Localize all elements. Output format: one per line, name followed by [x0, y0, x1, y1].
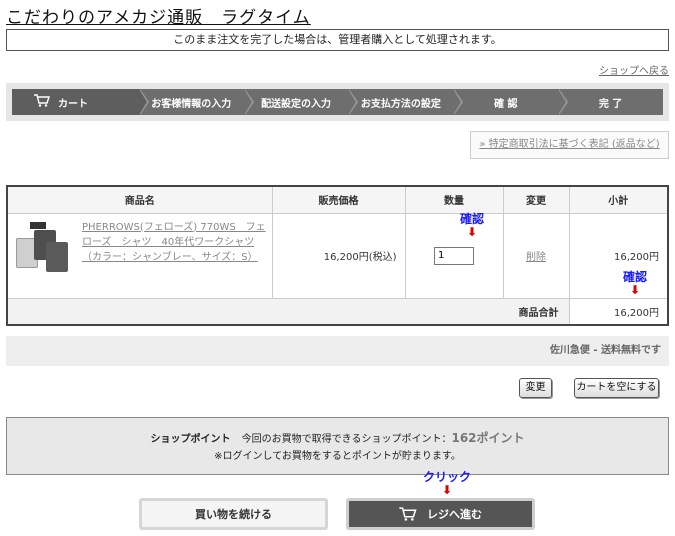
- annotation-text: クリック: [422, 470, 471, 484]
- button-label: 買い物を続ける: [195, 508, 272, 521]
- col-qty: 数量: [404, 185, 504, 214]
- admin-notice: このまま注文を完了した場合は、管理者購入として処理されます。: [6, 29, 669, 51]
- back-to-shop-link[interactable]: ショップへ戻る: [599, 62, 669, 77]
- confirm-annotation-qty: 確認 ⬇: [452, 213, 492, 239]
- shipping-info: 佐川急便 - 送料無料です: [6, 336, 669, 366]
- step-label: 確 認: [493, 98, 518, 110]
- annotation-text: 確認: [622, 270, 647, 284]
- down-arrow-icon: ⬇: [629, 283, 641, 297]
- points-label: ショップポイント: [150, 434, 231, 445]
- update-button[interactable]: 変更: [519, 378, 552, 398]
- cart-icon: [34, 94, 50, 110]
- empty-cart-button[interactable]: カートを空にする: [574, 378, 659, 398]
- points-note: ※ログインしてお買物をするとポイントが貯まります。: [214, 451, 461, 462]
- button-label: レジへ進む: [427, 508, 482, 521]
- points-value: 162ポイント: [451, 431, 525, 445]
- product-cell: PHERROWS(フェローズ) 770WS フェローズ シャツ 40年代ワークシ…: [6, 212, 273, 299]
- checkout-steps: カート お客様情報の入力 配送設定の入力 お支払方法の設定 確 認 完 了: [6, 83, 669, 121]
- confirm-annotation-subtotal: 確認 ⬇: [615, 271, 655, 297]
- quantity-input[interactable]: [434, 246, 474, 265]
- cart-table: 商品名 販売価格 数量 変更 小計 PHERROWS(フェローズ) 770WS …: [6, 185, 669, 326]
- step-label: 完 了: [598, 98, 623, 110]
- col-product: 商品名: [6, 185, 273, 214]
- click-annotation: クリック ⬇: [411, 471, 483, 497]
- step-confirm: 確 認: [453, 89, 568, 115]
- total-value: 16,200円: [568, 297, 669, 326]
- points-text: 今回のお買物で取得できるショップポイント：: [241, 434, 452, 445]
- col-subtotal: 小計: [568, 185, 669, 214]
- product-name-link[interactable]: PHERROWS(フェローズ) 770WS フェローズ シャツ 40年代ワークシ…: [82, 220, 267, 265]
- step-delivery: 配送設定の入力: [243, 89, 359, 115]
- step-customer-info: お客様情報の入力: [138, 89, 254, 115]
- step-cart: カート: [12, 89, 149, 115]
- cart-icon: [399, 507, 417, 521]
- site-title: こだわりのアメカジ通販 ラグタイム: [6, 8, 311, 28]
- total-label: 商品合計: [6, 297, 570, 326]
- checkout-button[interactable]: レジへ進む: [346, 498, 535, 530]
- step-label: カート: [58, 98, 88, 110]
- step-label: 配送設定の入力: [261, 98, 332, 110]
- col-price: 販売価格: [271, 185, 406, 214]
- down-arrow-icon: ⬇: [466, 225, 478, 239]
- step-payment: お支払方法の設定: [348, 89, 464, 115]
- annotation-text: 確認: [459, 212, 484, 226]
- table-row: PHERROWS(フェローズ) 770WS フェローズ シャツ 40年代ワークシ…: [6, 212, 669, 299]
- step-label: お支払方法の設定: [360, 98, 441, 110]
- shop-points-box: ショップポイント 今回のお買物で取得できるショップポイント：162ポイント ※ロ…: [6, 417, 669, 475]
- legal-notice-link[interactable]: » 特定商取引法に基づく表記 (返品など): [470, 131, 669, 159]
- down-arrow-icon: ⬇: [441, 483, 453, 497]
- product-image[interactable]: [12, 219, 72, 282]
- step-label: お客様情報の入力: [151, 98, 232, 110]
- product-price: 16,200円(税込): [271, 212, 406, 299]
- continue-shopping-button[interactable]: 買い物を続ける: [139, 498, 328, 530]
- col-change: 変更: [502, 185, 570, 214]
- total-row: 商品合計 16,200円: [6, 297, 669, 326]
- delete-link[interactable]: 削除: [502, 212, 570, 299]
- table-header-row: 商品名 販売価格 数量 変更 小計: [6, 185, 669, 214]
- step-complete: 完 了: [558, 89, 663, 115]
